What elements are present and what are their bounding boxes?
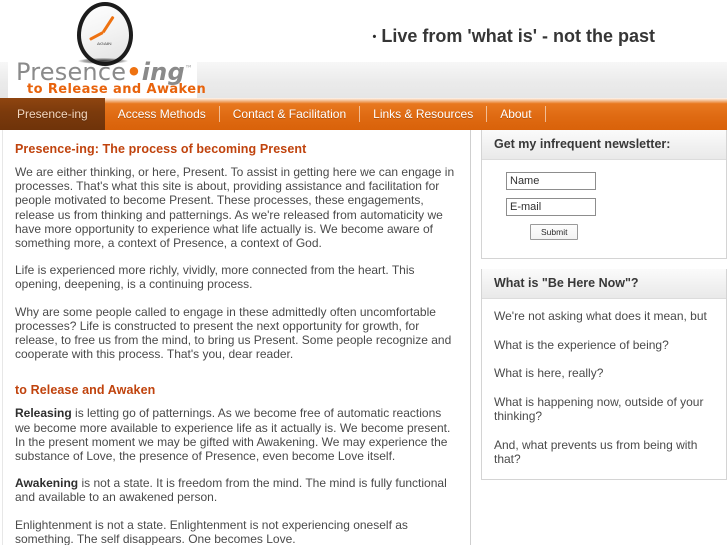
be-here-now-list: We're not asking what does it mean, but … <box>494 309 714 467</box>
paragraph-intro: We are either thinking, or here, Present… <box>15 165 455 251</box>
clock-sub-text: AGAIN <box>96 41 112 47</box>
section-title-release-awaken: to Release and Awaken <box>15 383 156 398</box>
nav-item-access-methods[interactable]: Access Methods <box>105 98 219 130</box>
nav-label: Links & Resources <box>373 107 474 121</box>
nav-item-about[interactable]: About <box>487 98 544 130</box>
list-item: And, what prevents us from being with th… <box>494 437 698 467</box>
bullet-icon: • <box>372 31 377 44</box>
oval-clock-icon: AGAIN <box>74 2 133 66</box>
paragraph-awakening-text: is not a state. It is freedom from the m… <box>15 476 447 505</box>
page-body: Presence-ing: The process of becoming Pr… <box>0 130 727 545</box>
trademark-icon: ™ <box>184 64 194 73</box>
newsletter-panel: Get my infrequent newsletter: Submit <box>481 130 727 259</box>
newsletter-form: Submit <box>482 160 726 258</box>
site-header: AGAIN Presence•ing™ to Release and Awake… <box>0 0 727 98</box>
nav-separator <box>544 106 546 122</box>
paragraph-why: Why are some people called to engage in … <box>15 304 452 362</box>
list-item: What is here, really? <box>494 366 604 380</box>
newsletter-title: Get my infrequent newsletter: <box>482 130 726 160</box>
nav-label: Contact & Facilitation <box>232 107 347 121</box>
logo-block[interactable]: AGAIN Presence•ing™ to Release and Awake… <box>8 0 206 98</box>
logo-tagline: to Release and Awaken <box>27 82 207 97</box>
main-content: Presence-ing: The process of becoming Pr… <box>2 130 471 545</box>
list-item: What is happening now, outside of your t… <box>494 394 704 424</box>
nav-label: Presence-ing <box>17 107 88 121</box>
nav-item-presence-ing[interactable]: Presence-ing <box>0 98 105 130</box>
list-item: What is the experience of being? <box>494 337 669 352</box>
sidebar: Get my infrequent newsletter: Submit Wha… <box>481 130 727 545</box>
nav-label: About <box>500 107 532 121</box>
term-awakening: Awakening <box>15 476 79 491</box>
header-slogan: • Live from 'what is' - not the past <box>373 26 655 47</box>
name-input[interactable] <box>506 172 596 190</box>
page-title: Presence-ing: The process of becoming Pr… <box>15 142 307 156</box>
list-item: We're not asking what does it mean, but <box>494 309 707 323</box>
main-navigation[interactable]: Presence-ing Access Methods Contact & Fa… <box>0 98 727 130</box>
paragraph-enlightenment: Enlightenment is not a state. Enlightenm… <box>15 517 408 545</box>
header-slogan-text: Live from 'what is' - not the past <box>381 26 655 46</box>
nav-item-contact-facilitation[interactable]: Contact & Facilitation <box>220 98 359 130</box>
paragraph-life: Life is experienced more richly, vividly… <box>15 263 415 292</box>
nav-item-links-resources[interactable]: Links & Resources <box>360 98 486 130</box>
be-here-now-panel: What is "Be Here Now"? We're not asking … <box>481 269 727 480</box>
paragraph-releasing-text: is letting go of patternings. As we beco… <box>15 406 451 464</box>
email-input[interactable] <box>506 198 596 216</box>
paragraph-releasing: Releasing is letting go of patternings. … <box>15 406 456 463</box>
submit-button[interactable]: Submit <box>530 224 579 240</box>
be-here-now-title: What is "Be Here Now"? <box>482 269 726 299</box>
paragraph-awakening: Awakening is not a state. It is freedom … <box>15 476 456 504</box>
term-releasing: Releasing <box>15 406 72 421</box>
nav-label: Access Methods <box>117 107 206 121</box>
be-here-now-body: We're not asking what does it mean, but … <box>482 299 726 479</box>
clock-face <box>77 2 133 66</box>
